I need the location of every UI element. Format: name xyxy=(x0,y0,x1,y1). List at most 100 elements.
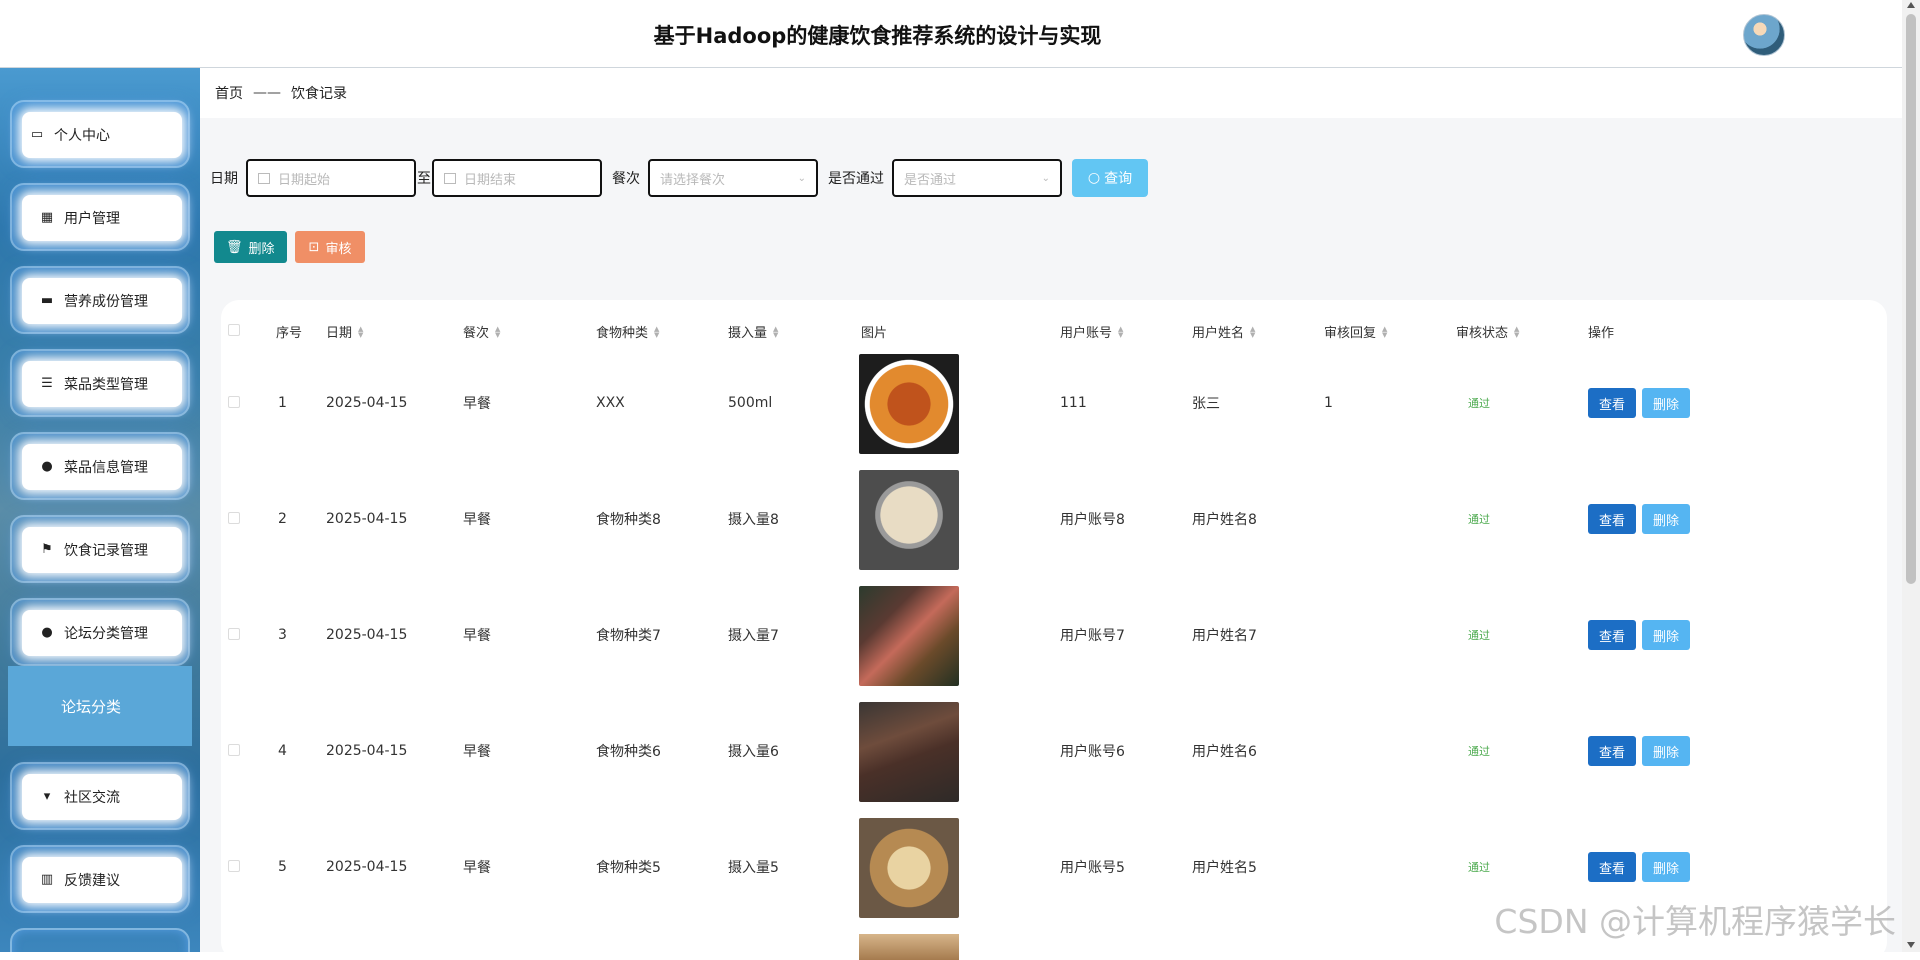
table-row: 4 2025-04-15 早餐 食物种类6 摄入量6 用户账号6 用户姓名6 通… xyxy=(221,693,1887,809)
row-delete-button[interactable]: 删除 xyxy=(1642,736,1690,766)
col-food-type[interactable]: 食物种类 ▲ ▼ xyxy=(596,322,659,341)
row-checkbox[interactable] xyxy=(228,396,240,408)
sort-icon[interactable]: ▲ ▼ xyxy=(1118,325,1123,338)
row-checkbox[interactable] xyxy=(228,628,240,640)
cell-date: 2025-04-15 xyxy=(326,395,408,411)
col-image: 图片 xyxy=(861,322,887,341)
trash-icon: 🗑 xyxy=(226,239,243,255)
sort-icon[interactable]: ▲ ▼ xyxy=(1250,325,1255,338)
sort-icon[interactable]: ▲ ▼ xyxy=(773,325,778,338)
brush-icon: ▾ xyxy=(43,789,51,804)
breadcrumb-current: 饮食记录 xyxy=(291,86,347,102)
cell-name: 用户姓名5 xyxy=(1192,860,1257,876)
scroll-thumb[interactable] xyxy=(1906,14,1916,584)
food-image[interactable] xyxy=(859,818,959,918)
sidebar-item-label: 菜品类型管理 xyxy=(64,377,148,393)
view-button[interactable]: 查看 xyxy=(1588,852,1636,882)
cell-meal: 早餐 xyxy=(463,744,491,760)
food-image[interactable] xyxy=(859,586,959,686)
view-button[interactable]: 查看 xyxy=(1588,388,1636,418)
row-checkbox[interactable] xyxy=(228,860,240,872)
breadcrumb: 首页 —— 饮食记录 xyxy=(200,68,1902,118)
cell-account: 111 xyxy=(1060,395,1087,411)
sidebar-item-dish-info-management[interactable]: ● 菜品信息管理 xyxy=(10,432,190,500)
row-delete-button[interactable]: 删除 xyxy=(1642,388,1690,418)
sidebar-item-diet-record-management[interactable]: ⚑ 饮食记录管理 xyxy=(10,515,190,583)
view-button[interactable]: 查看 xyxy=(1588,736,1636,766)
sidebar-item-label: 用户管理 xyxy=(64,211,120,227)
cell-amount: 摄入量8 xyxy=(728,512,779,528)
row-delete-button[interactable]: 删除 xyxy=(1642,504,1690,534)
audit-label: 审核 xyxy=(325,241,352,257)
sidebar-item-user-management[interactable]: ▦ 用户管理 xyxy=(10,183,190,251)
row-checkbox[interactable] xyxy=(228,512,240,524)
meal-select-placeholder: 请选择餐次 xyxy=(660,172,726,188)
submenu-forum-category[interactable]: 论坛分类 xyxy=(8,666,192,746)
cell-food-type: 食物种类7 xyxy=(596,628,661,644)
cell-status: 通过 xyxy=(1468,629,1490,642)
scroll-up-icon[interactable] xyxy=(1907,2,1915,8)
sidebar-item-label: 个人中心 xyxy=(54,128,110,144)
food-image[interactable] xyxy=(859,702,959,802)
avatar[interactable] xyxy=(1743,14,1785,56)
col-status[interactable]: 审核状态 ▲ ▼ xyxy=(1456,322,1519,341)
sidebar-item-personal-center[interactable]: ▭ 个人中心 xyxy=(10,100,190,168)
main-content: 首页 —— 饮食记录 日期 日期起始 至 日期结束 餐次 请选择餐次 ⌄ 是否通… xyxy=(200,68,1902,960)
col-label: 摄入量 xyxy=(728,326,768,341)
col-amount[interactable]: 摄入量 ▲ ▼ xyxy=(728,322,778,341)
view-button[interactable]: 查看 xyxy=(1588,504,1636,534)
cell-food-type: 食物种类8 xyxy=(596,512,661,528)
row-delete-button[interactable]: 删除 xyxy=(1642,852,1690,882)
meal-select[interactable]: 请选择餐次 ⌄ xyxy=(648,159,818,197)
sidebar-item-forum-category-management[interactable]: ● 论坛分类管理 xyxy=(10,598,190,666)
food-image[interactable] xyxy=(859,470,959,570)
sort-icon[interactable]: ▲ ▼ xyxy=(1514,325,1519,338)
food-image[interactable] xyxy=(859,354,959,454)
pass-label: 是否通过 xyxy=(828,171,884,187)
sidebar-item-more[interactable] xyxy=(10,928,190,952)
sort-icon[interactable]: ▲ ▼ xyxy=(358,325,363,338)
cell-amount: 摄入量5 xyxy=(728,860,779,876)
row-delete-button[interactable]: 删除 xyxy=(1642,620,1690,650)
bulb-icon: ● xyxy=(41,625,53,640)
sidebar-item-community[interactable]: ▾ 社区交流 xyxy=(10,762,190,830)
sort-icon[interactable]: ▲ ▼ xyxy=(654,325,659,338)
col-label: 餐次 xyxy=(463,326,490,341)
sidebar-item-label: 论坛分类管理 xyxy=(64,626,148,642)
sidebar-item-label: 饮食记录管理 xyxy=(64,543,148,559)
cell-actions: 查看 删除 xyxy=(1588,693,1690,809)
audit-button[interactable]: ⊡ 审核 xyxy=(294,231,366,263)
start-date-input[interactable]: 日期起始 xyxy=(246,159,416,197)
pass-select[interactable]: 是否通过 ⌄ xyxy=(892,159,1062,197)
batch-delete-button[interactable]: 🗑 删除 xyxy=(214,231,287,263)
sidebar-item-feedback[interactable]: ▥ 反馈建议 xyxy=(10,845,190,913)
row-checkbox[interactable] xyxy=(228,744,240,756)
sidebar: ▭ 个人中心 ▦ 用户管理 ▬ 营养成份管理 ☰ 菜品类型管理 ● 菜品信息管理 ⚑ 饮食记… xyxy=(0,68,200,952)
view-button[interactable]: 查看 xyxy=(1588,620,1636,650)
cell-account: 用户账号5 xyxy=(1060,860,1125,876)
sort-icon[interactable]: ▲ ▼ xyxy=(495,325,500,338)
col-date[interactable]: 日期 ▲ ▼ xyxy=(326,322,363,341)
cell-date: 2025-04-15 xyxy=(326,743,408,759)
flag-icon: ⚑ xyxy=(41,542,53,557)
cell-actions: 查看 删除 xyxy=(1588,461,1690,577)
col-meal[interactable]: 餐次 ▲ ▼ xyxy=(463,322,500,341)
cell-status: 通过 xyxy=(1468,513,1490,526)
col-label: 图片 xyxy=(861,326,888,341)
page-scrollbar[interactable] xyxy=(1902,0,1920,952)
to-label: 至 xyxy=(417,171,431,187)
scroll-down-icon[interactable] xyxy=(1907,942,1915,948)
select-all-checkbox[interactable] xyxy=(228,324,240,336)
list-icon: ☰ xyxy=(41,376,53,391)
search-button[interactable]: ○ 查询 xyxy=(1072,159,1148,197)
sidebar-item-label: 反馈建议 xyxy=(64,873,120,889)
sort-icon[interactable]: ▲ ▼ xyxy=(1382,325,1387,338)
end-date-input[interactable]: 日期结束 xyxy=(432,159,602,197)
sidebar-item-nutrition-management[interactable]: ▬ 营养成份管理 xyxy=(10,266,190,334)
col-name[interactable]: 用户姓名 ▲ ▼ xyxy=(1192,322,1255,341)
col-account[interactable]: 用户账号 ▲ ▼ xyxy=(1060,322,1123,341)
sidebar-item-dish-type-management[interactable]: ☰ 菜品类型管理 xyxy=(10,349,190,417)
cell-status: 通过 xyxy=(1468,397,1490,410)
col-reply[interactable]: 审核回复 ▲ ▼ xyxy=(1324,322,1387,341)
breadcrumb-home[interactable]: 首页 xyxy=(215,83,243,103)
